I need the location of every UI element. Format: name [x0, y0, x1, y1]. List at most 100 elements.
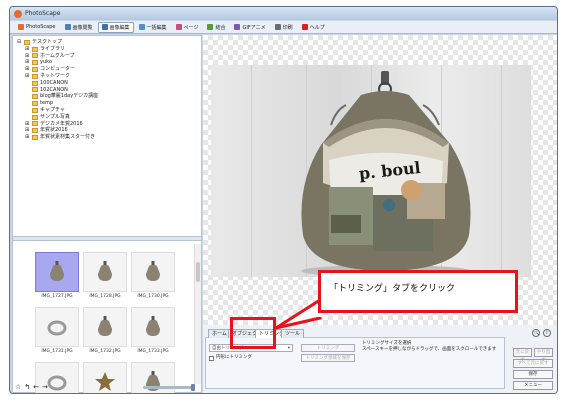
tab-main-7[interactable]: 印刷: [271, 22, 297, 33]
tab-label: 画像閲覧: [72, 24, 93, 31]
tab-main-5[interactable]: 結合: [203, 22, 229, 33]
slider-knob[interactable]: [191, 384, 195, 391]
thumbnail-scrollbar[interactable]: [194, 244, 201, 384]
undo-button[interactable]: 元に戻す: [513, 348, 532, 363]
thumbnail-filename: IMG_1727.JPG: [41, 294, 73, 299]
tab-label: 一括編集: [146, 24, 167, 31]
action-buttons: 元に戻す やり直す すべて元に戻す 保存 メニュー: [513, 348, 553, 392]
folder-icon: [32, 114, 38, 120]
tab-label: 画像編集: [109, 24, 130, 31]
folder-icon: [32, 87, 38, 93]
tree-item[interactable]: ⊞ ホームグループ: [17, 53, 197, 60]
page-icon: [175, 24, 182, 30]
pane-splitter[interactable]: [13, 236, 201, 241]
tree-item[interactable]: ⊞ 年賀状素材集スター付き: [17, 134, 197, 141]
thumbnail-filename: IMG_1731.JPG: [41, 349, 73, 354]
edited-photo[interactable]: p. boul: [211, 65, 531, 277]
favorite-icon[interactable]: ☆: [15, 383, 21, 391]
expand-icon[interactable]: ⊟: [17, 39, 23, 46]
highlight-crop-tab: [230, 317, 276, 349]
tree-item-label: blog華麗1dayデジカ講座: [40, 93, 99, 100]
tree-item-label: デスクトップ: [32, 39, 63, 45]
thumbnail-image: [131, 307, 175, 347]
folder-icon: [32, 46, 38, 52]
folder-up-icon[interactable]: ↰: [24, 383, 30, 391]
expand-icon[interactable]: ⊞: [25, 134, 31, 141]
thumbnail[interactable]: IMG_1728.JPG: [83, 252, 127, 304]
combine-icon: [207, 24, 214, 30]
tree-item[interactable]: ⊞ ネットワーク: [17, 73, 197, 80]
scrollbar-thumb[interactable]: [196, 262, 200, 282]
main-tab-bar: PhotoScape 画像閲覧 画像編集 一括編集 ページ 結合 GIFアニメ 印刷 ヘルプ: [10, 21, 557, 34]
info-icon[interactable]: i: [543, 329, 551, 337]
redo-button[interactable]: やり直す: [534, 348, 553, 363]
tab-main-6[interactable]: GIFアニメ: [230, 22, 269, 33]
tab-main-1[interactable]: 画像閲覧: [61, 22, 97, 33]
folder-icon: [32, 94, 38, 100]
folder-icon: [24, 39, 30, 45]
folder-icon: [32, 73, 38, 79]
chevron-down-icon: ▾: [287, 346, 290, 351]
tree-item[interactable]: 100CANON: [17, 80, 197, 87]
expand-icon[interactable]: ⊞: [25, 73, 31, 80]
expand-icon[interactable]: ⊞: [25, 127, 31, 134]
tree-item[interactable]: ⊞ ライブラリ: [17, 46, 197, 53]
thumbnail-image: [83, 307, 127, 347]
thumbnail-grid: IMG_1727.JPG IMG_1728.JPG IMG_1730.JPG IMG_…: [13, 244, 195, 393]
thumbnail-filename: IMG_1730.JPG: [137, 294, 169, 299]
thumbnail[interactable]: IMG_1730.JPG: [131, 252, 175, 304]
folder-tree: ⊟ デスクトップ ⊞ ライブラリ ⊞ ホームグループ ⊞ yuko ⊞ コンピューター ⊞ ネットワー…: [17, 39, 197, 229]
tree-item[interactable]: ⊟ デスクトップ: [17, 39, 197, 46]
folder-icon: [32, 80, 38, 86]
folder-icon: [32, 121, 38, 127]
round-crop-checkbox[interactable]: [209, 356, 214, 361]
tab-tools[interactable]: ツール: [281, 329, 305, 338]
zoom-controls: 🔍 i: [529, 329, 551, 337]
menu-button[interactable]: メニュー: [513, 381, 553, 390]
thumbnail-size-slider[interactable]: [143, 384, 195, 391]
folder-icon: [32, 135, 38, 141]
tab-main-0[interactable]: PhotoScape: [14, 22, 60, 33]
tree-item[interactable]: キャプチャ: [17, 107, 197, 114]
folder-icon: [32, 60, 38, 66]
forward-icon[interactable]: →: [42, 383, 48, 391]
app-logo-icon: [14, 9, 22, 18]
thumbnail[interactable]: IMG_1731.JPG: [35, 307, 79, 359]
thumbnail[interactable]: IMG_1733.JPG: [131, 307, 175, 359]
batch-icon: [138, 24, 145, 30]
tree-item-label: ライブラリ: [40, 45, 66, 52]
expand-icon[interactable]: ⊞: [25, 59, 31, 66]
tree-item[interactable]: temp: [17, 100, 197, 107]
thumbnail[interactable]: IMG_1727.JPG: [35, 252, 79, 304]
expand-icon[interactable]: ⊞: [25, 121, 31, 128]
expand-icon[interactable]: ⊞: [25, 46, 31, 53]
tree-item-label: コンピューター: [40, 66, 76, 73]
zoom-icon[interactable]: 🔍: [532, 329, 540, 337]
undo-all-button[interactable]: すべて元に戻す: [513, 359, 553, 368]
tab-main-8[interactable]: ヘルプ: [298, 22, 329, 33]
save-crop-area-button[interactable]: トリミング領域を保存: [301, 354, 355, 362]
tree-item-label: キャプチャ: [40, 106, 65, 113]
back-icon[interactable]: ←: [33, 383, 39, 391]
tree-item[interactable]: ⊞ コンピューター: [17, 66, 197, 73]
tree-item[interactable]: blog華麗1dayデジカ講座: [17, 93, 197, 100]
help-icon: [301, 24, 308, 30]
crop-button[interactable]: トリミング: [301, 344, 355, 352]
round-crop-label: 円形にトリミング: [216, 355, 252, 360]
tab-main-3[interactable]: 一括編集: [135, 22, 171, 33]
tree-item[interactable]: サンプル写真: [17, 114, 197, 121]
gif-icon: [234, 24, 241, 30]
folder-icon: [32, 53, 38, 59]
thumbnail-image: [35, 307, 79, 347]
save-button[interactable]: 保存: [513, 370, 553, 379]
expand-icon[interactable]: ⊞: [25, 66, 31, 73]
title-bar: PhotoScape: [10, 7, 557, 20]
expand-icon[interactable]: ⊞: [25, 53, 31, 60]
thumbnail-image: [83, 252, 127, 292]
thumbnail[interactable]: IMG_1732.JPG: [83, 307, 127, 359]
tab-main-2[interactable]: 画像編集: [97, 21, 134, 33]
tab-main-4[interactable]: ページ: [172, 22, 203, 33]
instruction-text: 「トリミング」タブをクリック: [329, 284, 456, 294]
tree-item-label: サンプル写真: [40, 113, 70, 120]
tab-label: 印刷: [282, 24, 293, 31]
